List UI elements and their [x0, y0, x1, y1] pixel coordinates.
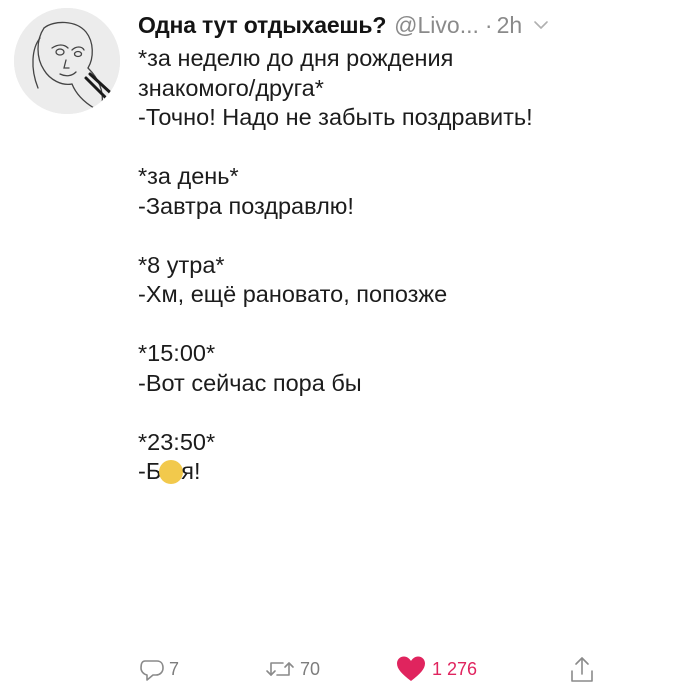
avatar[interactable]: [14, 8, 120, 114]
tweet-line: знакомого/друга*: [138, 74, 324, 101]
tweet-line: *за неделю до дня рождения: [138, 45, 454, 71]
tweet-line: -Точно! Надо не забыть поздравить!: [138, 104, 533, 130]
display-name[interactable]: Одна тут отдыхаешь?: [138, 12, 386, 39]
reply-button[interactable]: 7: [138, 655, 179, 683]
tweet-line: *23:50*: [138, 428, 216, 455]
last-line-end: я!: [181, 458, 201, 484]
tweet-header: Одна тут отдыхаешь? @Livo... · 2h: [138, 10, 550, 40]
reply-count: 7: [169, 658, 180, 679]
like-count: 1 276: [432, 658, 478, 679]
tweet-last-line: -Б я!: [138, 457, 698, 487]
tweet-line: -Вот сейчас пора бы: [138, 369, 362, 396]
heart-icon: [397, 656, 425, 681]
retweet-count: 70: [300, 658, 321, 679]
last-line-start: -Б: [138, 458, 162, 484]
share-button[interactable]: [568, 655, 596, 685]
tweet-line: -Хм, ещё рановато, попозже: [138, 281, 448, 307]
tweet-actions: 7 70 1 276: [138, 655, 608, 689]
user-handle[interactable]: @Livo...: [394, 12, 479, 39]
retweet-button[interactable]: 70: [263, 655, 320, 683]
tweet-line: *15:00*: [138, 340, 216, 366]
tweet-line: *8 утра*: [138, 251, 225, 278]
reply-icon: [140, 660, 164, 681]
tweet-line: *за день*: [138, 163, 239, 189]
tweet: Одна тут отдыхаешь? @Livo... · 2h *за не…: [0, 0, 700, 694]
share-icon: [571, 657, 593, 682]
tweet-line: -Завтра поздравлю!: [138, 192, 354, 219]
separator: ·: [484, 11, 493, 38]
timestamp[interactable]: 2h: [497, 12, 523, 39]
avatar-sketch-icon: [14, 8, 120, 114]
emoji-censor-icon: [159, 460, 184, 484]
chevron-down-icon[interactable]: [532, 16, 550, 34]
retweet-icon: [266, 662, 294, 676]
like-button[interactable]: 1 276: [396, 655, 477, 683]
tweet-text: *за неделю до дня рождения знакомого/дру…: [138, 44, 698, 487]
